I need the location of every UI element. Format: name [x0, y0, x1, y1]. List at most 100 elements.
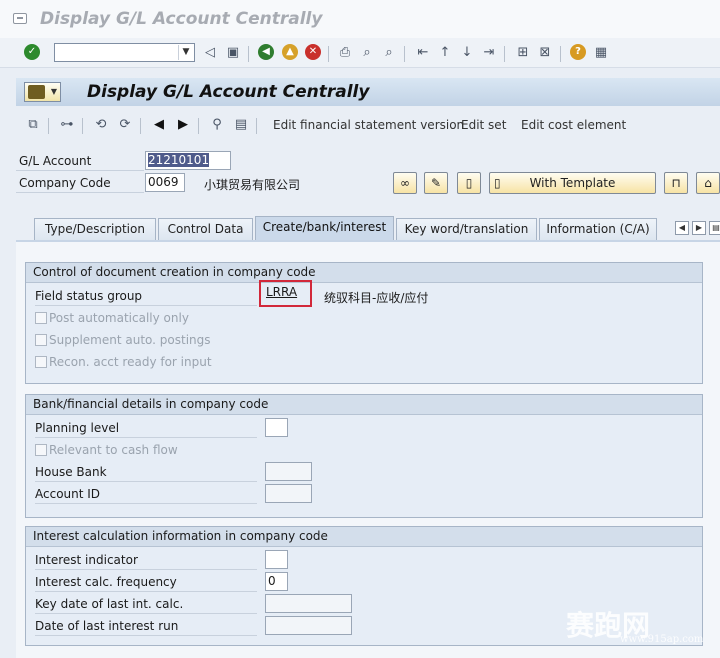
shortcut-icon[interactable]: ⊠	[536, 44, 554, 62]
edit-cost-element-button[interactable]: Edit cost element	[521, 118, 626, 132]
block-button[interactable]: ⊓	[664, 172, 688, 194]
next-icon[interactable]: ▶	[174, 116, 192, 134]
reference-icon[interactable]: ⟳	[116, 116, 134, 134]
planning-level-field[interactable]	[265, 418, 288, 437]
supplement-auto-label: Supplement auto. postings	[49, 333, 211, 347]
collapse-left-icon[interactable]: ◁	[201, 44, 219, 62]
document-icon[interactable]: ▤	[232, 116, 250, 134]
other-object-icon[interactable]: ⧉	[24, 116, 42, 134]
menu-button[interactable]: ▼	[24, 82, 61, 102]
with-template-button[interactable]: ▯ With Template	[489, 172, 656, 194]
tab-content: Control of document creation in company …	[16, 240, 720, 658]
house-bank-field[interactable]	[265, 462, 312, 481]
tab-scroll-left-icon[interactable]: ◀	[675, 221, 689, 235]
tab-strip: Type/Description Control Data Create/ban…	[16, 216, 720, 240]
enter-icon[interactable]: ✓	[24, 44, 40, 60]
recon-acct-checkbox[interactable]: Recon. acct ready for input	[35, 355, 212, 369]
interest-frequency-field[interactable]: 0	[265, 572, 288, 591]
group-doc-creation: Control of document creation in company …	[25, 262, 703, 384]
separator	[328, 46, 329, 62]
checkbox-icon	[35, 444, 47, 456]
account-id-field[interactable]	[265, 484, 312, 503]
separator	[48, 118, 49, 134]
tab-create-bank-interest[interactable]: Create/bank/interest	[255, 216, 394, 240]
with-template-label: With Template	[529, 176, 616, 190]
gl-account-label: G/L Account	[19, 154, 92, 168]
window-menu-icon[interactable]	[13, 13, 27, 24]
gl-account-field[interactable]: 21210101	[145, 151, 231, 170]
edit-button[interactable]: ✎	[424, 172, 448, 194]
command-field[interactable]: ▼	[54, 43, 195, 62]
trash-icon: ⌂	[704, 176, 712, 190]
tab-list-icon[interactable]: ▤	[709, 221, 720, 235]
account-id-label: Account ID	[35, 487, 101, 501]
hierarchy-icon[interactable]: ⊶	[58, 116, 76, 134]
planning-level-label: Planning level	[35, 421, 120, 435]
last-run-field[interactable]	[265, 616, 352, 635]
chevron-down-icon: ▼	[50, 87, 57, 96]
page-icon: ▯	[465, 176, 473, 190]
key-date-field[interactable]	[265, 594, 352, 613]
separator	[198, 118, 199, 134]
group-title: Interest calculation information in comp…	[26, 527, 702, 547]
group-bank: Bank/financial details in company code P…	[25, 394, 703, 518]
last-run-label: Date of last interest run	[35, 619, 179, 633]
chevron-down-icon[interactable]: ▼	[178, 45, 193, 60]
find-icon[interactable]: ⌕	[358, 44, 376, 62]
last-page-icon[interactable]: ⇥	[480, 44, 498, 62]
interest-frequency-label: Interest calc. frequency	[35, 575, 177, 589]
post-auto-only-checkbox[interactable]: Post automatically only	[35, 311, 189, 325]
separator	[248, 46, 249, 62]
relevant-cash-flow-label: Relevant to cash flow	[49, 443, 178, 457]
previous-page-icon[interactable]: ↑	[436, 44, 454, 62]
first-page-icon[interactable]: ⇤	[414, 44, 432, 62]
tab-type-description[interactable]: Type/Description	[34, 218, 156, 240]
find-next-icon[interactable]: ⌕	[380, 44, 398, 62]
tab-control-data[interactable]: Control Data	[158, 218, 253, 240]
company-name: 小琪贸易有限公司	[204, 178, 301, 192]
previous-icon[interactable]: ◀	[150, 116, 168, 134]
separator	[560, 46, 561, 62]
edit-fs-version-button[interactable]: Edit financial statement version	[273, 118, 464, 132]
back-icon[interactable]: ◀	[258, 44, 274, 60]
menu-icon	[28, 85, 45, 99]
tab-key-word-translation[interactable]: Key word/translation	[396, 218, 537, 240]
glasses-button[interactable]: ∞	[393, 172, 417, 194]
interest-frequency-value: 0	[268, 574, 276, 588]
company-code-value: 0069	[148, 175, 179, 189]
separator	[504, 46, 505, 62]
print-icon[interactable]: ⎙	[336, 44, 354, 62]
pencil-icon: ✎	[430, 176, 442, 190]
interest-indicator-label: Interest indicator	[35, 553, 138, 567]
separator	[82, 118, 83, 134]
gl-account-value: 21210101	[148, 153, 210, 167]
relevant-cash-flow-checkbox[interactable]: Relevant to cash flow	[35, 443, 178, 457]
tab-scroll-right-icon[interactable]: ▶	[692, 221, 706, 235]
tab-information-ca[interactable]: Information (C/A)	[539, 218, 657, 240]
display-change-icon[interactable]: ⟲	[92, 116, 110, 134]
interest-indicator-field[interactable]	[265, 550, 288, 569]
create-button[interactable]: ▯	[457, 172, 481, 194]
create-session-icon[interactable]: ⊞	[514, 44, 532, 62]
where-used-icon[interactable]: ⚲	[208, 116, 226, 134]
field-status-group-value: LRRA	[266, 285, 298, 299]
exit-icon[interactable]: ▲	[282, 44, 298, 60]
company-code-label: Company Code	[19, 176, 111, 190]
save-icon[interactable]: ▣	[224, 44, 242, 62]
separator	[140, 118, 141, 134]
supplement-auto-checkbox[interactable]: Supplement auto. postings	[35, 333, 211, 347]
delete-button[interactable]: ⌂	[696, 172, 720, 194]
company-code-field[interactable]: 0069	[145, 173, 185, 192]
layout-menu-icon[interactable]: ▦	[592, 44, 610, 62]
page-title: Display G/L Account Centrally	[87, 82, 370, 102]
window-titlebar: Display G/L Account Centrally	[0, 0, 720, 38]
separator	[404, 46, 405, 62]
help-icon[interactable]: ?	[570, 44, 586, 60]
next-page-icon[interactable]: ↓	[458, 44, 476, 62]
edit-set-button[interactable]: Edit set	[461, 118, 506, 132]
key-date-label: Key date of last int. calc.	[35, 597, 184, 611]
separator	[256, 118, 257, 134]
group-title: Bank/financial details in company code	[26, 395, 702, 415]
cancel-icon[interactable]: ✕	[305, 44, 321, 60]
field-status-group-field[interactable]: LRRA	[264, 284, 306, 303]
